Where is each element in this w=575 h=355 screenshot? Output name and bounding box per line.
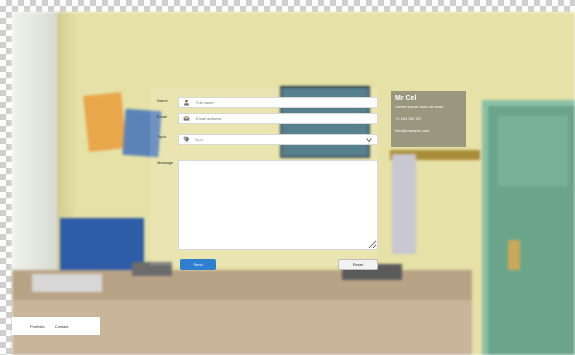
door-panel — [498, 116, 568, 186]
name-input[interactable] — [194, 97, 373, 108]
contact-subtitle: Lorem ipsum dolor sit amet — [395, 104, 444, 109]
hanging-cloth — [392, 154, 416, 254]
send-button[interactable]: Send — [180, 259, 216, 270]
transparency-checker-top — [0, 0, 575, 12]
form-label-topic: Topic — [157, 134, 167, 139]
transparency-checker-left — [0, 0, 12, 355]
contact-phone: +1 234 567 89 — [395, 116, 421, 121]
footer-tabs: Portfolio Contact — [12, 317, 100, 335]
user-icon — [183, 99, 190, 106]
message-textarea[interactable] — [178, 160, 378, 250]
topic-select-value: Topic — [194, 137, 204, 142]
footer-tab-contact[interactable]: Contact — [55, 324, 69, 329]
window-light — [12, 12, 57, 272]
poster — [83, 92, 127, 152]
form-label-email: Email — [157, 114, 168, 119]
desk-clutter — [32, 274, 102, 292]
chevron-down-icon — [365, 136, 373, 144]
form-label-name: Name — [157, 98, 168, 103]
reset-button[interactable]: Reset — [338, 259, 378, 270]
contact-info-card: Mr Cel Lorem ipsum dolor sit amet +1 234… — [391, 91, 466, 147]
contact-email: info@example.com — [395, 128, 430, 133]
email-field[interactable] — [178, 113, 378, 124]
footer-tab-portfolio[interactable]: Portfolio — [30, 324, 45, 329]
topic-select[interactable]: Topic — [178, 134, 378, 145]
tag-icon — [183, 136, 190, 143]
name-field[interactable] — [178, 97, 378, 108]
form-label-message: Message — [157, 160, 174, 165]
mail-icon — [183, 115, 190, 122]
contact-title: Mr Cel — [395, 95, 417, 102]
door-handle — [508, 240, 520, 270]
email-input[interactable] — [194, 113, 373, 124]
screenshot-stage: Name Email Topic Message Topic Send Rese… — [0, 0, 575, 355]
